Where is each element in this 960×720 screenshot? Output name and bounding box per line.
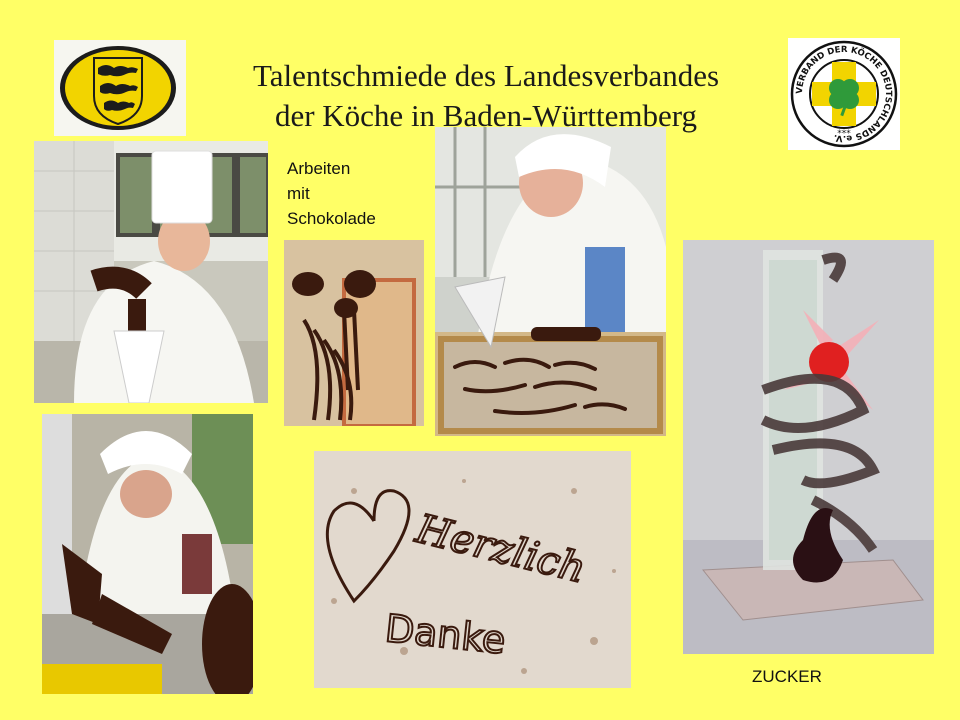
- photo-sugar-sculpture: [683, 240, 934, 654]
- photo-chocolate-shells: [284, 240, 424, 426]
- photo-chef-pouring-chocolate: [34, 141, 268, 403]
- caption-chocolate-line-2: mit: [287, 184, 310, 203]
- caption-sugar: ZUCKER: [752, 667, 822, 686]
- slide-title: Talentschmiede des Landesverbandes der K…: [186, 56, 786, 136]
- photo-chef-working-chocolate: [42, 414, 253, 694]
- photo-chocolate-writing-plate: Herzlich Danke: [314, 451, 631, 688]
- title-line-1: Talentschmiede des Landesverbandes: [252, 58, 720, 93]
- caption-chocolate-line-3: Schokolade: [287, 209, 376, 228]
- caption-chocolate: Arbeiten mit Schokolade: [287, 156, 376, 231]
- photo-chef-piping-chocolate: [435, 127, 666, 436]
- baden-wuerttemberg-coat-of-arms-logo: [54, 40, 186, 136]
- logo-stars: ***: [837, 129, 851, 139]
- caption-chocolate-line-1: Arbeiten: [287, 159, 351, 178]
- verband-der-koeche-logo: VERBAND DER KÖCHE DEUTSCHLANDS e.V. ***: [788, 38, 900, 150]
